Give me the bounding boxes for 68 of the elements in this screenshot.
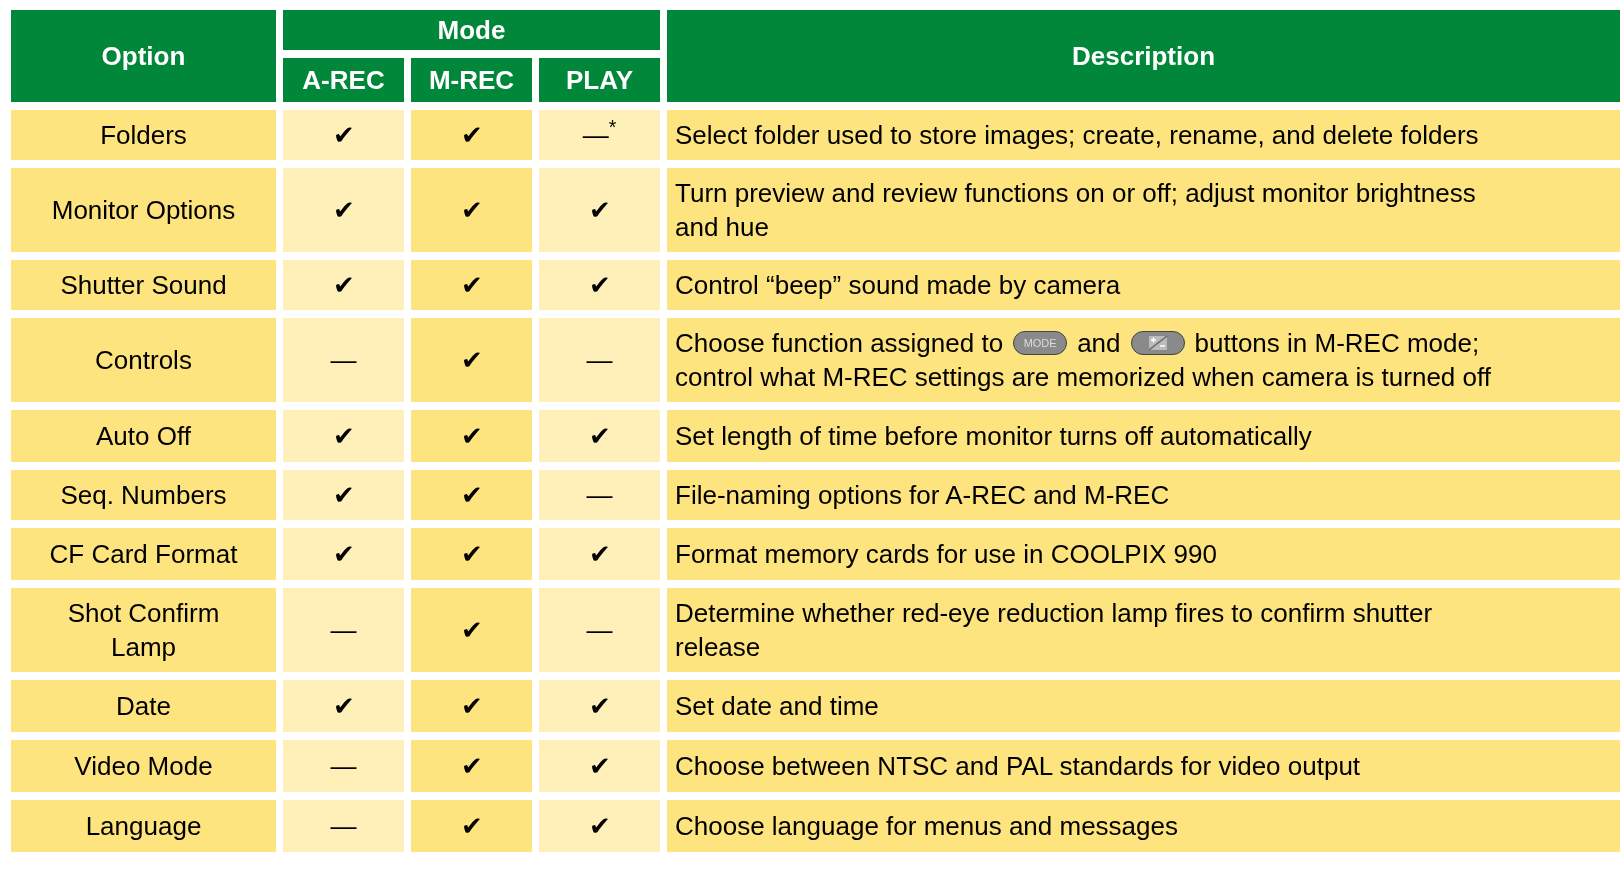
mode-cell: ✔ <box>283 470 404 520</box>
option-cell: Date <box>11 680 276 732</box>
mode-column-header: M-REC <box>411 58 532 102</box>
description-text: release <box>675 631 761 664</box>
mode-cell: ✔ <box>539 528 660 580</box>
mode-cell: ✔ <box>411 800 532 852</box>
option-cell: Monitor Options <box>11 168 276 252</box>
mode-cell: ✔ <box>411 168 532 252</box>
option-cell: Shutter Sound <box>11 260 276 310</box>
mode-cell: ✔ <box>539 410 660 462</box>
mode-cell: ✔ <box>411 588 532 672</box>
mode-cell: — <box>539 588 660 672</box>
option-cell: Auto Off <box>11 410 276 462</box>
description-text: and hue <box>675 211 769 244</box>
mode-cell: ✔ <box>283 110 404 160</box>
mode-button-icon: MODE <box>1013 331 1068 355</box>
mode-cell: ✔ <box>539 168 660 252</box>
option-cell: Language <box>11 800 276 852</box>
mode-cell: —$^{*}$ <box>539 110 660 160</box>
mode-cell: ✔ <box>411 410 532 462</box>
option-cell: Seq. Numbers <box>11 470 276 520</box>
description-text: Set length of time before monitor turns off automatically <box>675 420 1312 453</box>
mode-cell: — <box>283 588 404 672</box>
option-cell: Controls <box>11 318 276 402</box>
description-text: File-naming options for A-REC and M-REC <box>675 479 1170 512</box>
description-text: control what M-REC settings are memorized when camera is turned off <box>675 361 1491 394</box>
option-cell: Shot Confirm Lamp <box>11 588 276 672</box>
mode-cell: ✔ <box>539 260 660 310</box>
mode-cell: — <box>539 318 660 402</box>
mode-cell: ✔ <box>411 110 532 160</box>
description-text: Determine whether red-eye reduction lamp fires to confirm shutter <box>675 597 1433 630</box>
mode-cell: ✔ <box>539 740 660 792</box>
mode-cell: ✔ <box>283 260 404 310</box>
option-header: Option <box>11 10 276 102</box>
description-text: Choose between NTSC and PAL standards for video output <box>675 750 1361 783</box>
mode-cell: ✔ <box>411 680 532 732</box>
description-text: Choose language for menus and messages <box>675 810 1178 843</box>
option-cell: CF Card Format <box>11 528 276 580</box>
description-text: Turn preview and review functions on or off; adjust monitor brightness <box>675 177 1476 210</box>
mode-cell: — <box>283 740 404 792</box>
mode-cell: ✔ <box>539 680 660 732</box>
mode-cell: ✔ <box>283 410 404 462</box>
description-text: and <box>1077 327 1121 360</box>
mode-cell: ✔ <box>411 470 532 520</box>
mode-cell: — <box>283 318 404 402</box>
mode-cell: ✔ <box>411 528 532 580</box>
mode-column-header: PLAY <box>539 58 660 102</box>
description-text: Control “beep” sound made by camera <box>675 269 1121 302</box>
mode-cell: — <box>283 800 404 852</box>
mode-cell: — <box>539 470 660 520</box>
mode-cell: ✔ <box>539 800 660 852</box>
mode-cell: ✔ <box>411 318 532 402</box>
description-text: Choose function assigned to <box>675 327 1004 360</box>
description-text: buttons in M-REC mode; <box>1194 327 1480 360</box>
description-header: Description <box>667 10 1620 102</box>
mode-cell: ✔ <box>283 680 404 732</box>
mode-cell: ✔ <box>411 740 532 792</box>
mode-cell: ✔ <box>411 260 532 310</box>
mode-column-header: A-REC <box>283 58 404 102</box>
description-text: Set date and time <box>675 690 879 723</box>
exposure-button-icon <box>1130 331 1185 355</box>
mode-cell: ✔ <box>283 528 404 580</box>
mode-header: Mode <box>283 10 660 50</box>
option-cell: Video Mode <box>11 740 276 792</box>
description-text: Format memory cards for use in COOLPIX 990 <box>675 538 1217 571</box>
description-text: Select folder used to store images; create, rename, and delete folders <box>675 119 1479 152</box>
mode-cell: ✔ <box>283 168 404 252</box>
option-cell: Folders <box>11 110 276 160</box>
